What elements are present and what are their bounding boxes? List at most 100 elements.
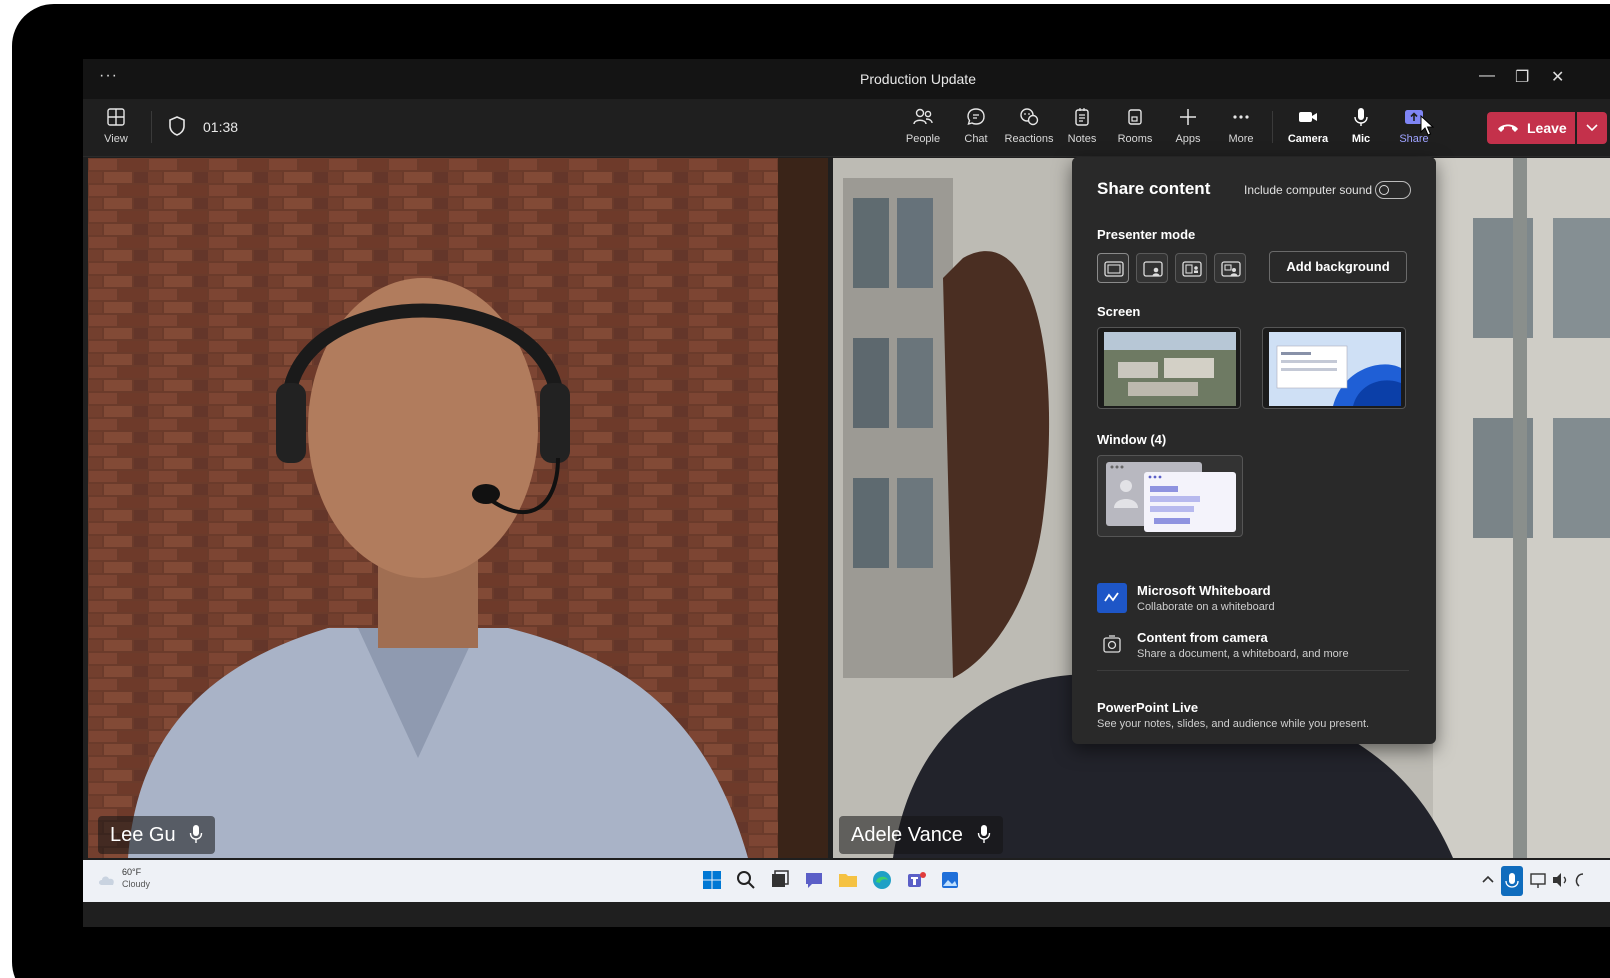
minimize-icon[interactable]: — [1479, 67, 1495, 85]
chat-label: Chat [964, 133, 988, 145]
participant-video-image [88, 158, 828, 858]
screen-preview-image [1104, 332, 1236, 406]
presenter-mode-heading: Presenter mode [1097, 227, 1196, 242]
camera-icon [1299, 112, 1317, 122]
windows-taskbar: 60°F Cloudy [83, 860, 1610, 902]
microphone-icon [1354, 108, 1368, 126]
cloud-icon [99, 876, 114, 885]
powerpoint-live-subtitle: See your notes, slides, and audience whi… [1097, 718, 1370, 730]
toggle-knob [1379, 185, 1389, 195]
presenter-mode-standout[interactable] [1136, 253, 1168, 283]
presenter-mode-reporter[interactable] [1214, 253, 1246, 283]
microphone-icon [189, 825, 203, 843]
participant-name-chip: Lee Gu [98, 816, 216, 854]
file-explorer-icon[interactable] [836, 868, 860, 892]
rooms-button[interactable]: Rooms [1108, 107, 1162, 147]
camera-content-icon [1097, 630, 1127, 660]
content-only-icon [1104, 261, 1124, 277]
share-content-panel: Share content Include computer sound Pre… [1072, 157, 1436, 744]
camera-content-subtitle: Share a document, a whiteboard, and more [1137, 648, 1349, 660]
whiteboard-icon [1097, 583, 1127, 613]
task-view-icon[interactable] [768, 868, 792, 892]
whiteboard-subtitle: Collaborate on a whiteboard [1137, 601, 1275, 613]
plus-icon [1180, 109, 1196, 125]
hang-up-icon [1498, 124, 1518, 132]
battery-icon[interactable] [1571, 868, 1595, 892]
powerpoint-live-option[interactable]: PowerPoint Live See your notes, slides, … [1097, 700, 1417, 734]
restore-icon[interactable]: ❐ [1515, 67, 1529, 87]
apps-button[interactable]: Apps [1161, 107, 1215, 147]
mic-in-use-indicator[interactable] [1501, 866, 1523, 896]
notes-label: Notes [1067, 133, 1097, 145]
notes-button[interactable]: Notes [1055, 107, 1109, 147]
content-from-camera-option[interactable]: Content from camera Share a document, a … [1097, 630, 1417, 664]
view-label: View [104, 133, 128, 145]
toolbar-divider [1272, 111, 1273, 143]
search-icon[interactable] [734, 868, 758, 892]
close-icon[interactable]: ✕ [1551, 67, 1564, 87]
people-icon [913, 108, 933, 125]
panel-divider [1097, 670, 1409, 671]
rooms-label: Rooms [1117, 133, 1153, 145]
powerpoint-live-title: PowerPoint Live [1097, 700, 1199, 715]
weather-condition: Cloudy [122, 879, 151, 889]
photos-app-icon[interactable] [938, 868, 962, 892]
standout-icon [1143, 261, 1163, 277]
participant-name: Adele Vance [851, 824, 963, 846]
volume-icon[interactable] [1549, 868, 1573, 892]
camera-label: Camera [1287, 133, 1329, 145]
window-heading: Window (4) [1097, 432, 1167, 447]
meeting-timer: 01:38 [203, 119, 239, 135]
windows-start-icon[interactable] [700, 868, 724, 892]
camera-content-title: Content from camera [1137, 630, 1268, 645]
window-title: Production Update [860, 71, 976, 87]
microsoft-whiteboard-option[interactable]: Microsoft Whiteboard Collaborate on a wh… [1097, 583, 1417, 617]
screen-thumbnail-2[interactable] [1262, 327, 1406, 409]
people-label: People [905, 133, 941, 145]
more-button[interactable]: More [1214, 107, 1268, 147]
window-thumbnail-1[interactable] [1097, 455, 1243, 537]
leave-options-button[interactable] [1577, 112, 1607, 144]
reporter-icon [1221, 261, 1241, 277]
chat-icon [967, 108, 985, 126]
shield-icon[interactable] [167, 115, 187, 137]
camera-button[interactable]: Camera [1281, 107, 1335, 147]
whiteboard-title: Microsoft Whiteboard [1137, 583, 1271, 598]
leave-label: Leave [1527, 120, 1567, 136]
presenter-mode-content-only[interactable] [1097, 253, 1129, 283]
network-icon[interactable] [1527, 868, 1551, 892]
notes-icon [1075, 108, 1089, 126]
toolbar-divider [151, 111, 152, 143]
edge-browser-icon[interactable] [870, 868, 894, 892]
reactions-button[interactable]: Reactions [1002, 107, 1056, 147]
reactions-icon [1020, 108, 1039, 126]
screen-thumbnail-1[interactable] [1097, 327, 1241, 409]
video-tile-lee-gu[interactable]: Lee Gu [88, 158, 828, 858]
add-background-button[interactable]: Add background [1269, 251, 1407, 283]
more-label: More [1228, 133, 1254, 145]
teams-app-icon[interactable] [904, 868, 928, 892]
chat-button[interactable]: Chat [949, 107, 1003, 147]
share-panel-title: Share content [1097, 179, 1211, 198]
people-button[interactable]: People [896, 107, 950, 147]
chevron-down-icon [1586, 124, 1598, 132]
view-button[interactable]: View [89, 107, 143, 147]
screen-heading: Screen [1097, 304, 1141, 319]
include-sound-toggle[interactable] [1375, 181, 1411, 199]
reactions-label: Reactions [1004, 133, 1054, 145]
mouse-cursor-icon [1420, 115, 1434, 136]
chevron-up-icon[interactable] [1476, 868, 1500, 892]
presenter-mode-side-by-side[interactable] [1175, 253, 1207, 283]
mic-button[interactable]: Mic [1334, 107, 1388, 147]
teams-meeting-window: ··· Production Update — ❐ ✕ View 01:38 P… [83, 59, 1610, 927]
window-preview-image [1106, 462, 1236, 532]
weather-temp: 60°F [122, 867, 142, 877]
microphone-icon [977, 825, 990, 843]
rooms-icon [1128, 109, 1142, 125]
title-bar: ··· Production Update — ❐ ✕ [83, 59, 1610, 99]
teams-chat-icon[interactable] [802, 868, 826, 892]
meeting-toolbar: View 01:38 People Chat Reactions Notes R… [83, 99, 1610, 157]
more-icon [1233, 115, 1249, 119]
leave-button[interactable]: Leave [1487, 112, 1575, 144]
apps-label: Apps [1175, 133, 1201, 145]
